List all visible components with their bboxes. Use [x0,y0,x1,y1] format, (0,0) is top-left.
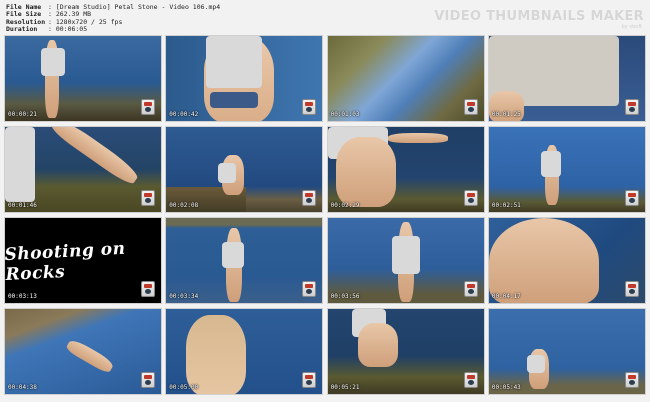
studio-logo-icon [141,281,155,297]
file-info-header: File Name: [Dream Studio] Petal Stone - … [6,3,220,34]
timestamp: 00:04:38 [8,384,37,391]
timestamp: 00:00:21 [8,111,37,118]
timestamp: 00:01:25 [491,111,521,118]
thumbnail[interactable]: 00:02:08 [165,126,324,213]
thumbnail[interactable]: 00:00:21 [4,35,162,122]
thumbnail[interactable]: 00:05:43 [487,308,646,395]
timestamp: 00:04:17 [491,293,521,300]
thumbnail[interactable]: 00:03:34 [165,217,324,304]
figure [335,137,396,207]
studio-logo-icon [141,99,155,115]
thumbnail[interactable]: 00:04:17 [487,217,646,304]
shirt [218,163,237,183]
thumbnail[interactable]: 00:01:03 [326,35,485,122]
shirt [206,36,263,88]
timestamp: 00:03:34 [169,293,199,300]
figure [48,127,142,188]
figure [186,315,247,394]
studio-logo-icon [463,190,478,206]
thumbnail[interactable]: 00:02:51 [487,126,646,213]
timestamp: 00:03:56 [330,293,360,300]
title-card[interactable]: Shooting on Rocks 00:03:13 [4,217,162,304]
shirt [222,242,245,268]
figure [357,323,398,367]
thumbnail[interactable]: 00:04:38 [4,308,162,395]
studio-logo-icon [624,372,639,388]
thumbnail[interactable]: 00:02:29 [326,126,485,213]
studio-logo-icon [624,281,639,297]
thumbnail[interactable]: 00:05:00 [165,308,324,395]
studio-logo-icon [302,281,317,297]
thumbnail[interactable]: 00:05:21 [326,308,485,395]
timestamp: 00:03:13 [8,293,37,300]
studio-logo-icon [463,281,478,297]
studio-logo-icon [624,99,639,115]
brand-sub: by xboft [621,24,642,30]
shirt [41,48,65,76]
timestamp: 00:02:08 [169,202,199,209]
figure [488,218,599,303]
studio-logo-icon [141,372,155,388]
studio-logo-icon [463,372,478,388]
thumbnail-grid: 00:00:21 00:00:42 00:01:03 00:01:25 00:0… [4,35,646,397]
timestamp: 00:05:21 [330,384,360,391]
studio-logo-icon [302,190,317,206]
resolution-row: Resolution: 1280x720 / 25 fps [6,17,123,26]
shirt [391,236,420,274]
thumbnail[interactable]: 00:00:42 [165,35,324,122]
duration-value: 00:06:05 [55,25,88,34]
thumbnail[interactable]: 00:01:46 [4,126,162,213]
shirt [540,151,561,177]
duration-row: Duration: 00:06:05 [6,25,88,34]
duration-label: Duration [6,25,38,34]
studio-logo-icon [302,99,317,115]
timestamp: 00:02:29 [330,202,360,209]
timestamp: 00:02:51 [491,202,521,209]
studio-logo-icon [463,99,478,115]
timestamp: 00:05:00 [169,384,199,391]
brand-watermark: VIDEO THUMBNAILS MAKER [434,9,644,24]
studio-logo-icon [302,372,317,388]
shirt [526,355,545,373]
studio-logo-icon [141,190,155,206]
timestamp: 00:00:42 [169,111,199,118]
timestamp: 00:01:46 [8,202,37,209]
thumbnail[interactable]: 00:03:56 [326,217,485,304]
figure [64,337,116,375]
timestamp: 00:01:03 [330,111,360,118]
title-card-text: Shooting on Rocks [4,238,126,285]
studio-logo-icon [624,190,639,206]
arm [387,133,448,143]
shorts [210,92,259,108]
timestamp: 00:05:43 [491,384,521,391]
thumbnail[interactable]: 00:01:25 [487,35,646,122]
shirt [5,127,35,202]
